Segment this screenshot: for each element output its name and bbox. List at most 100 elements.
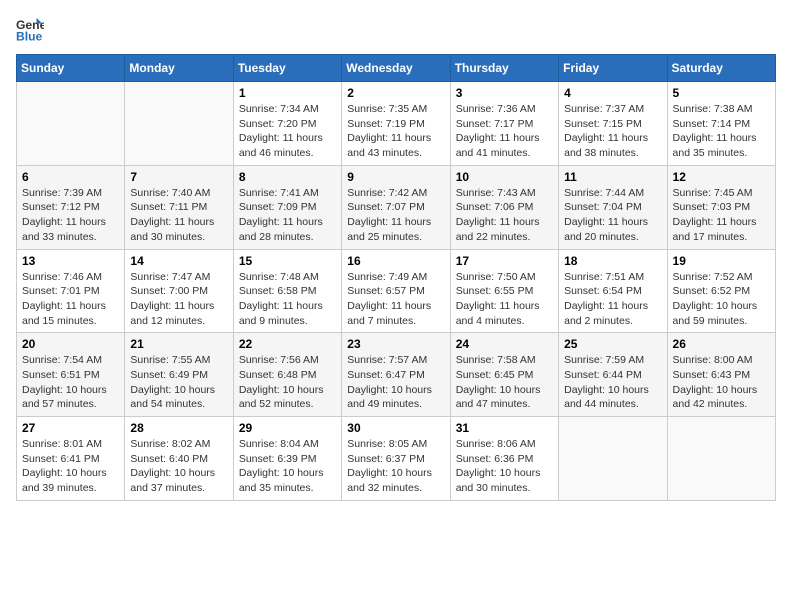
calendar-cell: 15 Sunrise: 7:48 AM Sunset: 6:58 PM Dayl… <box>233 249 341 333</box>
day-info: Sunrise: 7:40 AM Sunset: 7:11 PM Dayligh… <box>130 186 227 245</box>
daylight-hours: Daylight: 11 hours and 9 minutes. <box>239 300 323 327</box>
day-info: Sunrise: 7:36 AM Sunset: 7:17 PM Dayligh… <box>456 102 553 161</box>
sunset-time: Sunset: 7:17 PM <box>456 118 534 130</box>
day-info: Sunrise: 7:59 AM Sunset: 6:44 PM Dayligh… <box>564 353 661 412</box>
day-number: 30 <box>347 421 444 435</box>
sunrise-time: Sunrise: 7:59 AM <box>564 354 644 366</box>
weekday-header-friday: Friday <box>559 55 667 82</box>
calendar-cell <box>125 82 233 166</box>
day-info: Sunrise: 7:52 AM Sunset: 6:52 PM Dayligh… <box>673 270 770 329</box>
day-info: Sunrise: 8:06 AM Sunset: 6:36 PM Dayligh… <box>456 437 553 496</box>
sunrise-time: Sunrise: 7:40 AM <box>130 187 210 199</box>
sunrise-time: Sunrise: 7:51 AM <box>564 271 644 283</box>
day-info: Sunrise: 7:42 AM Sunset: 7:07 PM Dayligh… <box>347 186 444 245</box>
day-info: Sunrise: 7:44 AM Sunset: 7:04 PM Dayligh… <box>564 186 661 245</box>
weekday-header-monday: Monday <box>125 55 233 82</box>
sunrise-time: Sunrise: 7:52 AM <box>673 271 753 283</box>
weekday-header-sunday: Sunday <box>17 55 125 82</box>
sunset-time: Sunset: 6:40 PM <box>130 453 208 465</box>
day-number: 8 <box>239 170 336 184</box>
day-info: Sunrise: 7:41 AM Sunset: 7:09 PM Dayligh… <box>239 186 336 245</box>
day-number: 14 <box>130 254 227 268</box>
calendar-cell: 4 Sunrise: 7:37 AM Sunset: 7:15 PM Dayli… <box>559 82 667 166</box>
calendar-cell: 6 Sunrise: 7:39 AM Sunset: 7:12 PM Dayli… <box>17 165 125 249</box>
logo-icon: General Blue <box>16 16 44 44</box>
daylight-hours: Daylight: 11 hours and 38 minutes. <box>564 132 648 159</box>
sunset-time: Sunset: 7:04 PM <box>564 201 642 213</box>
sunset-time: Sunset: 6:44 PM <box>564 369 642 381</box>
daylight-hours: Daylight: 10 hours and 52 minutes. <box>239 384 324 411</box>
sunrise-time: Sunrise: 7:57 AM <box>347 354 427 366</box>
day-number: 21 <box>130 337 227 351</box>
day-number: 20 <box>22 337 119 351</box>
sunrise-time: Sunrise: 7:42 AM <box>347 187 427 199</box>
sunrise-time: Sunrise: 7:35 AM <box>347 103 427 115</box>
day-info: Sunrise: 8:01 AM Sunset: 6:41 PM Dayligh… <box>22 437 119 496</box>
calendar-cell: 1 Sunrise: 7:34 AM Sunset: 7:20 PM Dayli… <box>233 82 341 166</box>
day-number: 27 <box>22 421 119 435</box>
sunset-time: Sunset: 7:06 PM <box>456 201 534 213</box>
sunset-time: Sunset: 6:47 PM <box>347 369 425 381</box>
daylight-hours: Daylight: 10 hours and 39 minutes. <box>22 467 107 494</box>
day-info: Sunrise: 8:02 AM Sunset: 6:40 PM Dayligh… <box>130 437 227 496</box>
calendar-cell: 16 Sunrise: 7:49 AM Sunset: 6:57 PM Dayl… <box>342 249 450 333</box>
daylight-hours: Daylight: 10 hours and 30 minutes. <box>456 467 541 494</box>
sunrise-time: Sunrise: 8:02 AM <box>130 438 210 450</box>
day-info: Sunrise: 7:46 AM Sunset: 7:01 PM Dayligh… <box>22 270 119 329</box>
calendar-cell: 12 Sunrise: 7:45 AM Sunset: 7:03 PM Dayl… <box>667 165 775 249</box>
weekday-header-thursday: Thursday <box>450 55 558 82</box>
day-info: Sunrise: 7:50 AM Sunset: 6:55 PM Dayligh… <box>456 270 553 329</box>
calendar-cell: 3 Sunrise: 7:36 AM Sunset: 7:17 PM Dayli… <box>450 82 558 166</box>
day-info: Sunrise: 7:54 AM Sunset: 6:51 PM Dayligh… <box>22 353 119 412</box>
weekday-header-row: SundayMondayTuesdayWednesdayThursdayFrid… <box>17 55 776 82</box>
calendar-week-1: 1 Sunrise: 7:34 AM Sunset: 7:20 PM Dayli… <box>17 82 776 166</box>
sunrise-time: Sunrise: 8:04 AM <box>239 438 319 450</box>
sunrise-time: Sunrise: 7:58 AM <box>456 354 536 366</box>
sunrise-time: Sunrise: 7:43 AM <box>456 187 536 199</box>
day-number: 13 <box>22 254 119 268</box>
calendar-cell <box>17 82 125 166</box>
daylight-hours: Daylight: 10 hours and 59 minutes. <box>673 300 758 327</box>
day-number: 7 <box>130 170 227 184</box>
day-info: Sunrise: 8:05 AM Sunset: 6:37 PM Dayligh… <box>347 437 444 496</box>
calendar-cell: 29 Sunrise: 8:04 AM Sunset: 6:39 PM Dayl… <box>233 417 341 501</box>
sunrise-time: Sunrise: 7:55 AM <box>130 354 210 366</box>
day-number: 15 <box>239 254 336 268</box>
daylight-hours: Daylight: 11 hours and 41 minutes. <box>456 132 540 159</box>
calendar-cell: 31 Sunrise: 8:06 AM Sunset: 6:36 PM Dayl… <box>450 417 558 501</box>
day-info: Sunrise: 7:45 AM Sunset: 7:03 PM Dayligh… <box>673 186 770 245</box>
daylight-hours: Daylight: 11 hours and 25 minutes. <box>347 216 431 243</box>
daylight-hours: Daylight: 11 hours and 35 minutes. <box>673 132 757 159</box>
sunrise-time: Sunrise: 7:50 AM <box>456 271 536 283</box>
sunrise-time: Sunrise: 7:48 AM <box>239 271 319 283</box>
day-info: Sunrise: 7:55 AM Sunset: 6:49 PM Dayligh… <box>130 353 227 412</box>
sunrise-time: Sunrise: 7:39 AM <box>22 187 102 199</box>
calendar-cell: 17 Sunrise: 7:50 AM Sunset: 6:55 PM Dayl… <box>450 249 558 333</box>
daylight-hours: Daylight: 11 hours and 30 minutes. <box>130 216 214 243</box>
daylight-hours: Daylight: 11 hours and 17 minutes. <box>673 216 757 243</box>
day-number: 28 <box>130 421 227 435</box>
sunset-time: Sunset: 7:00 PM <box>130 285 208 297</box>
calendar-week-4: 20 Sunrise: 7:54 AM Sunset: 6:51 PM Dayl… <box>17 333 776 417</box>
day-info: Sunrise: 7:49 AM Sunset: 6:57 PM Dayligh… <box>347 270 444 329</box>
daylight-hours: Daylight: 10 hours and 47 minutes. <box>456 384 541 411</box>
day-info: Sunrise: 7:38 AM Sunset: 7:14 PM Dayligh… <box>673 102 770 161</box>
sunset-time: Sunset: 6:54 PM <box>564 285 642 297</box>
day-number: 1 <box>239 86 336 100</box>
sunset-time: Sunset: 7:07 PM <box>347 201 425 213</box>
sunset-time: Sunset: 6:58 PM <box>239 285 317 297</box>
day-number: 6 <box>22 170 119 184</box>
calendar-cell: 25 Sunrise: 7:59 AM Sunset: 6:44 PM Dayl… <box>559 333 667 417</box>
day-number: 3 <box>456 86 553 100</box>
daylight-hours: Daylight: 11 hours and 7 minutes. <box>347 300 431 327</box>
sunset-time: Sunset: 6:51 PM <box>22 369 100 381</box>
day-number: 25 <box>564 337 661 351</box>
calendar-cell: 7 Sunrise: 7:40 AM Sunset: 7:11 PM Dayli… <box>125 165 233 249</box>
sunset-time: Sunset: 7:12 PM <box>22 201 100 213</box>
day-number: 4 <box>564 86 661 100</box>
daylight-hours: Daylight: 11 hours and 20 minutes. <box>564 216 648 243</box>
day-info: Sunrise: 7:47 AM Sunset: 7:00 PM Dayligh… <box>130 270 227 329</box>
sunrise-time: Sunrise: 7:49 AM <box>347 271 427 283</box>
day-info: Sunrise: 7:58 AM Sunset: 6:45 PM Dayligh… <box>456 353 553 412</box>
sunrise-time: Sunrise: 8:00 AM <box>673 354 753 366</box>
